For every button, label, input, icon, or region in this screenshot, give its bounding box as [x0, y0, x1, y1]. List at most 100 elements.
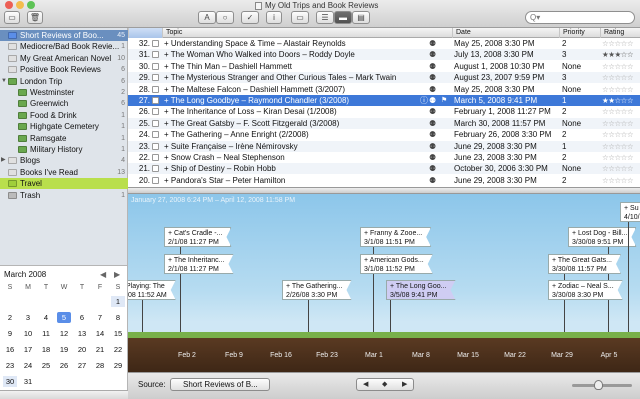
calendar-day[interactable]: 19 — [57, 344, 71, 355]
rating-stars[interactable]: ☆☆☆☆☆ — [602, 175, 634, 186]
pane-splitter[interactable] — [128, 187, 640, 194]
table-row[interactable]: 20. + Pandora's Star – Peter Hamilton ⚉ Jun… — [128, 175, 640, 186]
rating-stars[interactable]: ★★★☆☆ — [602, 49, 634, 60]
calendar-day[interactable]: 5 — [57, 312, 71, 323]
minimize-window-button[interactable] — [16, 1, 24, 9]
timeline-card[interactable]: + Su 4/10/ — [620, 202, 640, 222]
timeline-card[interactable]: + The Inheritanc... 2/1/08 11:27 PM — [164, 254, 234, 274]
column-header-topic[interactable]: Topic — [162, 28, 452, 38]
table-row[interactable]: 26. + The Inheritance of Loss – Kiran Des… — [128, 106, 640, 117]
column-header-number[interactable] — [128, 28, 162, 38]
calendar-day[interactable]: 6 — [75, 312, 89, 323]
source-select[interactable]: Short Reviews of B... — [170, 378, 270, 391]
timeline-card[interactable]: + Zodiac – Neal S... 3/30/08 3:30 PM — [548, 280, 623, 300]
row-checkbox[interactable] — [152, 74, 159, 82]
calendar-day[interactable]: 29 — [111, 360, 125, 371]
row-checkbox[interactable] — [152, 165, 159, 173]
calendar-day[interactable]: 27 — [75, 360, 89, 371]
table-row[interactable]: 29. + The Mysterious Stranger and Other C… — [128, 72, 640, 84]
timeline-prev-button[interactable]: ◀ — [363, 380, 368, 388]
table-row[interactable]: 23. + Suite Française – Irène Némirovsky ⚉… — [128, 140, 640, 152]
calendar-day[interactable]: 12 — [57, 328, 71, 339]
column-header-priority[interactable]: Priority — [559, 28, 600, 38]
calendar-day[interactable]: 4 — [39, 312, 53, 323]
rating-stars[interactable]: ☆☆☆☆☆ — [602, 61, 634, 72]
sidebar-item[interactable]: Westminster 2 — [0, 87, 128, 98]
info-button[interactable]: i — [266, 11, 282, 24]
table-row[interactable]: 21. + Ship of Destiny – Robin Hobb ⚉ Octobe… — [128, 163, 640, 175]
calendar-day[interactable]: 25 — [39, 360, 53, 371]
calendar-prev-button[interactable]: ◀ — [100, 270, 106, 279]
calendar-day[interactable]: 10 — [21, 328, 35, 339]
view-timeline-button[interactable]: ▬ — [334, 11, 352, 24]
rating-stars[interactable]: ☆☆☆☆☆ — [602, 152, 634, 163]
table-row[interactable]: 28. + The Maltese Falcon – Dashiell Hamme… — [128, 84, 640, 95]
sidebar-item[interactable]: Positive Book Reviews 6 — [0, 64, 128, 75]
calendar-day[interactable]: 3 — [21, 312, 35, 323]
sidebar-item[interactable]: Books I've Read 13 — [0, 167, 128, 178]
timeline-next-button[interactable]: ▶ — [402, 380, 407, 388]
rating-stars[interactable]: ☆☆☆☆☆ — [602, 72, 634, 83]
calendar-day[interactable]: 1 — [111, 296, 125, 307]
calendar-day[interactable]: 21 — [93, 344, 107, 355]
rating-stars[interactable]: ☆☆☆☆☆ — [602, 141, 634, 152]
timeline-card[interactable]: + The Great Gats... 3/30/08 11:57 PM — [548, 254, 621, 274]
row-checkbox[interactable] — [152, 85, 159, 93]
timeline-today-button[interactable]: ◆ — [382, 380, 387, 388]
column-header-date[interactable]: Date — [452, 28, 559, 38]
view-single-button[interactable]: ▭ — [291, 11, 309, 24]
row-checkbox[interactable] — [152, 119, 159, 127]
calendar-next-button[interactable]: ▶ — [114, 270, 120, 279]
row-checkbox[interactable] — [152, 108, 159, 116]
table-row[interactable]: 30. + The Thin Man – Dashiell Hammett ⚉ Aug… — [128, 61, 640, 72]
table-row[interactable]: 31. + The Woman Who Walked into Doors – R… — [128, 49, 640, 61]
search-field[interactable]: Q▾ — [525, 11, 635, 24]
calendar-day[interactable]: 22 — [111, 344, 125, 355]
sidebar-item[interactable]: Greenwich 6 — [0, 98, 128, 109]
timeline-card[interactable]: + American Gods... 3/1/08 11:52 PM — [360, 254, 433, 274]
rating-stars[interactable]: ★★☆☆☆ — [602, 95, 634, 106]
trash-button[interactable]: 🗑 — [27, 11, 43, 24]
table-row[interactable]: 24. + The Gathering – Anne Enright (2/200… — [128, 129, 640, 140]
table-row[interactable]: 32. + Understanding Space & Time – Alasta… — [128, 38, 640, 49]
rating-stars[interactable]: ☆☆☆☆☆ — [602, 84, 634, 95]
row-checkbox[interactable] — [152, 176, 159, 184]
table-row[interactable]: 27. + The Long Goodbye – Raymond Chandler… — [128, 95, 640, 106]
row-checkbox[interactable] — [152, 131, 159, 139]
calendar-day[interactable]: 7 — [93, 312, 107, 323]
sidebar-item[interactable]: Military History 1 — [0, 144, 128, 155]
zoom-window-button[interactable] — [27, 1, 35, 9]
calendar-day[interactable]: 26 — [57, 360, 71, 371]
calendar-day[interactable]: 14 — [93, 328, 107, 339]
calendar-day[interactable]: 20 — [75, 344, 89, 355]
timeline-card[interactable]: Playing: The/08 11:52 AM — [128, 280, 176, 300]
calendar-day[interactable]: 30 — [3, 376, 17, 387]
sidebar-item[interactable]: Mediocre/Bad Book Revie... 1 — [0, 41, 128, 52]
text-style-button[interactable]: A — [198, 11, 216, 24]
circle-button[interactable]: ○ — [216, 11, 234, 24]
calendar-day[interactable]: 16 — [3, 344, 17, 355]
sidebar-item[interactable]: My Great American Novel 10 — [0, 53, 128, 64]
view-columns-button[interactable]: ▤ — [352, 11, 370, 24]
zoom-slider[interactable] — [572, 380, 632, 390]
table-row[interactable]: 25. + The Great Gatsby – F. Scott Fitzger… — [128, 117, 640, 129]
rating-stars[interactable]: ☆☆☆☆☆ — [602, 129, 634, 140]
zoom-slider-knob[interactable] — [594, 380, 603, 390]
row-checkbox[interactable] — [152, 51, 159, 59]
calendar-day[interactable]: 24 — [21, 360, 35, 371]
rating-stars[interactable]: ☆☆☆☆☆ — [602, 38, 634, 49]
timeline-card[interactable]: + Lost Dog - Bill... 3/30/08 9:51 PM — [568, 227, 636, 247]
disclosure-triangle-icon[interactable]: ▼ — [1, 76, 7, 87]
sidebar-item[interactable]: ▼ London Trip 6 — [0, 76, 128, 87]
sidebar-item[interactable]: Trash 1 — [0, 190, 128, 201]
timeline-card[interactable]: + The Long Goo... 3/5/08 9:41 PM — [386, 280, 456, 300]
sidebar-item[interactable]: ▶ Blogs 4 — [0, 155, 128, 166]
row-checkbox[interactable] — [152, 154, 159, 161]
flag-icon[interactable]: ⚑ — [441, 95, 447, 106]
new-folder-button[interactable]: ▭ — [4, 11, 20, 24]
row-checkbox[interactable] — [152, 142, 159, 150]
timeline-card[interactable]: + Cat's Cradle -... 2/1/08 11:27 PM — [164, 227, 231, 247]
rating-stars[interactable]: ☆☆☆☆☆ — [602, 106, 634, 117]
timeline-card[interactable]: + The Gathering... 2/26/08 3:30 PM — [282, 280, 352, 300]
timeline-card[interactable]: + Franny & Zooe... 3/1/08 11:51 PM — [360, 227, 431, 247]
